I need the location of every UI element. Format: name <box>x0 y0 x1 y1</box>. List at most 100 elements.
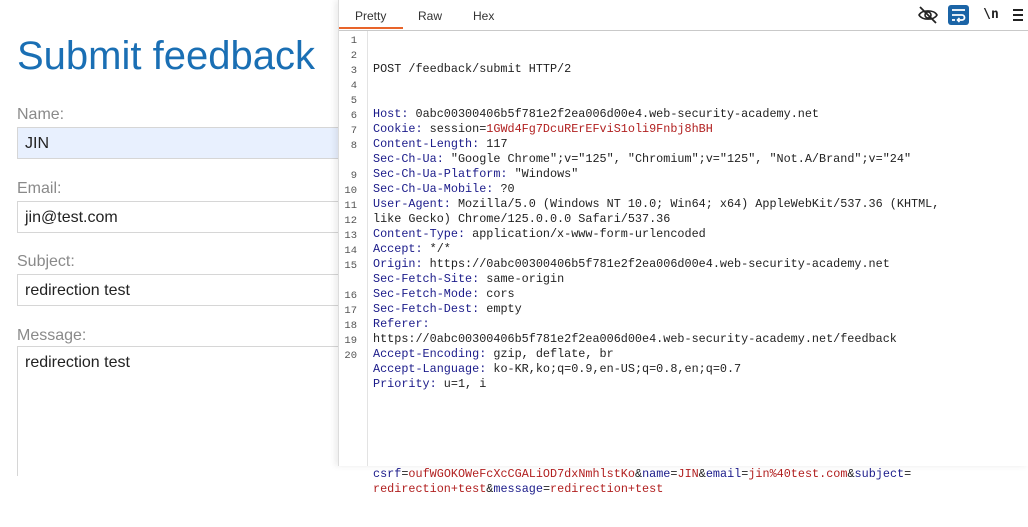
header-key: Origin: <box>373 257 423 271</box>
param-equals: = <box>741 467 749 481</box>
request-code[interactable]: POST /feedback/submit HTTP/2 Host: 0abc0… <box>373 32 939 527</box>
header-key: Content-Type: <box>373 227 466 241</box>
message-textarea[interactable]: redirection test <box>17 346 340 476</box>
blank-line: ​ <box>373 422 939 437</box>
header-key: Accept: <box>373 242 423 256</box>
page-title: Submit feedback <box>17 34 315 78</box>
header-value: "Google Chrome";v="125", "Chromium";v="1… <box>443 152 912 166</box>
name-label: Name: <box>17 106 65 123</box>
param-key: name <box>642 467 671 481</box>
header-value: cors <box>479 287 515 301</box>
param-key: message <box>493 482 543 496</box>
header-value: empty <box>479 302 522 316</box>
line-numbers: 1 2 3 4 5 6 7 8 9 10 11 12 13 14 15 16 1… <box>344 35 357 362</box>
header-line: User-Agent: Mozilla/5.0 (Windows NT 10.0… <box>373 197 939 212</box>
param-equals: = <box>904 467 912 481</box>
request-panel: Pretty Raw Hex \n 1 2 3 4 5 6 7 8 9 10 1… <box>338 0 1028 496</box>
request-line: POST /feedback/submit HTTP/2 <box>373 62 572 76</box>
param-value: JIN <box>677 467 699 481</box>
header-line: Priority: u=1, i <box>373 377 939 392</box>
menu-icon[interactable] <box>1013 5 1023 25</box>
newline-toggle[interactable]: \n <box>981 5 1001 25</box>
param-equals: = <box>670 467 678 481</box>
tab-raw[interactable]: Raw <box>418 9 442 23</box>
header-key: User-Agent: <box>373 197 451 211</box>
header-line: Sec-Ch-Ua: "Google Chrome";v="125", "Chr… <box>373 152 939 167</box>
param-key: email <box>705 467 742 481</box>
param-separator: & <box>634 467 643 481</box>
header-line: Sec-Fetch-Mode: cors <box>373 287 939 302</box>
header-line: like Gecko) Chrome/125.0.0.0 Safari/537.… <box>373 212 939 227</box>
header-key: Sec-Fetch-Dest: <box>373 302 480 316</box>
tab-pretty[interactable]: Pretty <box>355 9 386 23</box>
param-separator: & <box>698 467 706 481</box>
header-value: ko-KR,ko;q=0.9,en-US;q=0.8,en;q=0.7 <box>486 362 742 376</box>
header-value: ?0 <box>493 182 515 196</box>
tab-hex[interactable]: Hex <box>473 9 494 23</box>
header-value: */* <box>422 242 451 256</box>
header-value: session= <box>422 122 487 136</box>
header-value: u=1, i <box>436 377 487 391</box>
header-value: Mozilla/5.0 (Windows NT 10.0; Win64; x64… <box>450 197 940 211</box>
request-editor[interactable]: 1 2 3 4 5 6 7 8 9 10 11 12 13 14 15 16 1… <box>339 31 1028 496</box>
body-line: redirection+test&message=redirection+tes… <box>373 482 939 497</box>
header-line: https://0abc00300406b5f781e2f2ea006d00e4… <box>373 332 939 347</box>
param-value: jin%40test.com <box>748 467 848 481</box>
header-value: same-origin <box>479 272 565 286</box>
header-line: Accept-Encoding: gzip, deflate, br <box>373 347 939 362</box>
header-value: 117 <box>479 137 508 151</box>
param-value: redirection+test <box>373 482 487 496</box>
subject-input[interactable]: redirection test <box>17 274 340 306</box>
subject-label: Subject: <box>17 253 75 270</box>
body-line: csrf=oufWGOKOWeFcXcCGALiOD7dxNmhlstKo&na… <box>373 467 939 482</box>
header-line: Content-Type: application/x-www-form-url… <box>373 227 939 242</box>
session-cookie-value: 1GWd4Fg7DcuRErEFviS1oli9Fnbj8hBH <box>486 122 713 136</box>
header-value: https://0abc00300406b5f781e2f2ea006d00e4… <box>422 257 890 271</box>
header-key: Content-Length: <box>373 137 480 151</box>
header-key: Cookie: <box>373 122 423 136</box>
header-value: 0abc00300406b5f781e2f2ea006d00e4.web-sec… <box>408 107 820 121</box>
header-key: Sec-Ch-Ua-Platform: <box>373 167 508 181</box>
header-line: Sec-Fetch-Dest: empty <box>373 302 939 317</box>
param-key: subject <box>854 467 905 481</box>
header-value: gzip, deflate, br <box>486 347 614 361</box>
param-key: csrf <box>373 467 402 481</box>
header-key: Referer: <box>373 317 430 331</box>
header-key: Priority: <box>373 377 437 391</box>
eye-off-icon[interactable] <box>917 5 939 25</box>
header-value: application/x-www-form-urlencoded <box>465 227 706 241</box>
active-tab-indicator <box>339 27 403 29</box>
param-separator: & <box>847 467 855 481</box>
header-value: https://0abc00300406b5f781e2f2ea006d00e4… <box>373 332 897 346</box>
email-label: Email: <box>17 180 62 197</box>
header-lines: Host: 0abc00300406b5f781e2f2ea006d00e4.w… <box>373 107 939 392</box>
param-equals: = <box>401 467 409 481</box>
line-number-gutter: 1 2 3 4 5 6 7 8 9 10 11 12 13 14 15 16 1… <box>339 31 368 466</box>
header-line: Cookie: session=1GWd4Fg7DcuRErEFviS1oli9… <box>373 122 939 137</box>
header-line: Accept-Language: ko-KR,ko;q=0.9,en-US;q=… <box>373 362 939 377</box>
param-equals: = <box>542 482 551 496</box>
param-value: redirection+test <box>550 482 664 496</box>
header-line: Origin: https://0abc00300406b5f781e2f2ea… <box>373 257 939 272</box>
header-line: Sec-Ch-Ua-Platform: "Windows" <box>373 167 939 182</box>
view-tabbar: Pretty Raw Hex \n <box>339 0 1028 31</box>
header-key: Sec-Ch-Ua-Mobile: <box>373 182 494 196</box>
header-line: Referer: <box>373 317 939 332</box>
header-line: Sec-Fetch-Site: same-origin <box>373 272 939 287</box>
header-key: Accept-Language: <box>373 362 487 376</box>
email-input[interactable]: jin@test.com <box>17 201 340 233</box>
name-input[interactable]: JIN <box>17 127 340 159</box>
header-line: Host: 0abc00300406b5f781e2f2ea006d00e4.w… <box>373 107 939 122</box>
header-key: Sec-Ch-Ua: <box>373 152 444 166</box>
header-line: Content-Length: 117 <box>373 137 939 152</box>
header-value: like Gecko) Chrome/125.0.0.0 Safari/537.… <box>373 212 671 226</box>
header-key: Host: <box>373 107 409 121</box>
message-label: Message: <box>17 327 87 344</box>
request-body: csrf=oufWGOKOWeFcXcCGALiOD7dxNmhlstKo&na… <box>373 467 939 497</box>
header-key: Accept-Encoding: <box>373 347 487 361</box>
header-key: Sec-Fetch-Mode: <box>373 287 480 301</box>
header-line: Accept: */* <box>373 242 939 257</box>
header-line: Sec-Ch-Ua-Mobile: ?0 <box>373 182 939 197</box>
feedback-form-page: Submit feedback Name: JIN Email: jin@tes… <box>0 0 340 476</box>
wrap-icon[interactable] <box>948 5 969 25</box>
